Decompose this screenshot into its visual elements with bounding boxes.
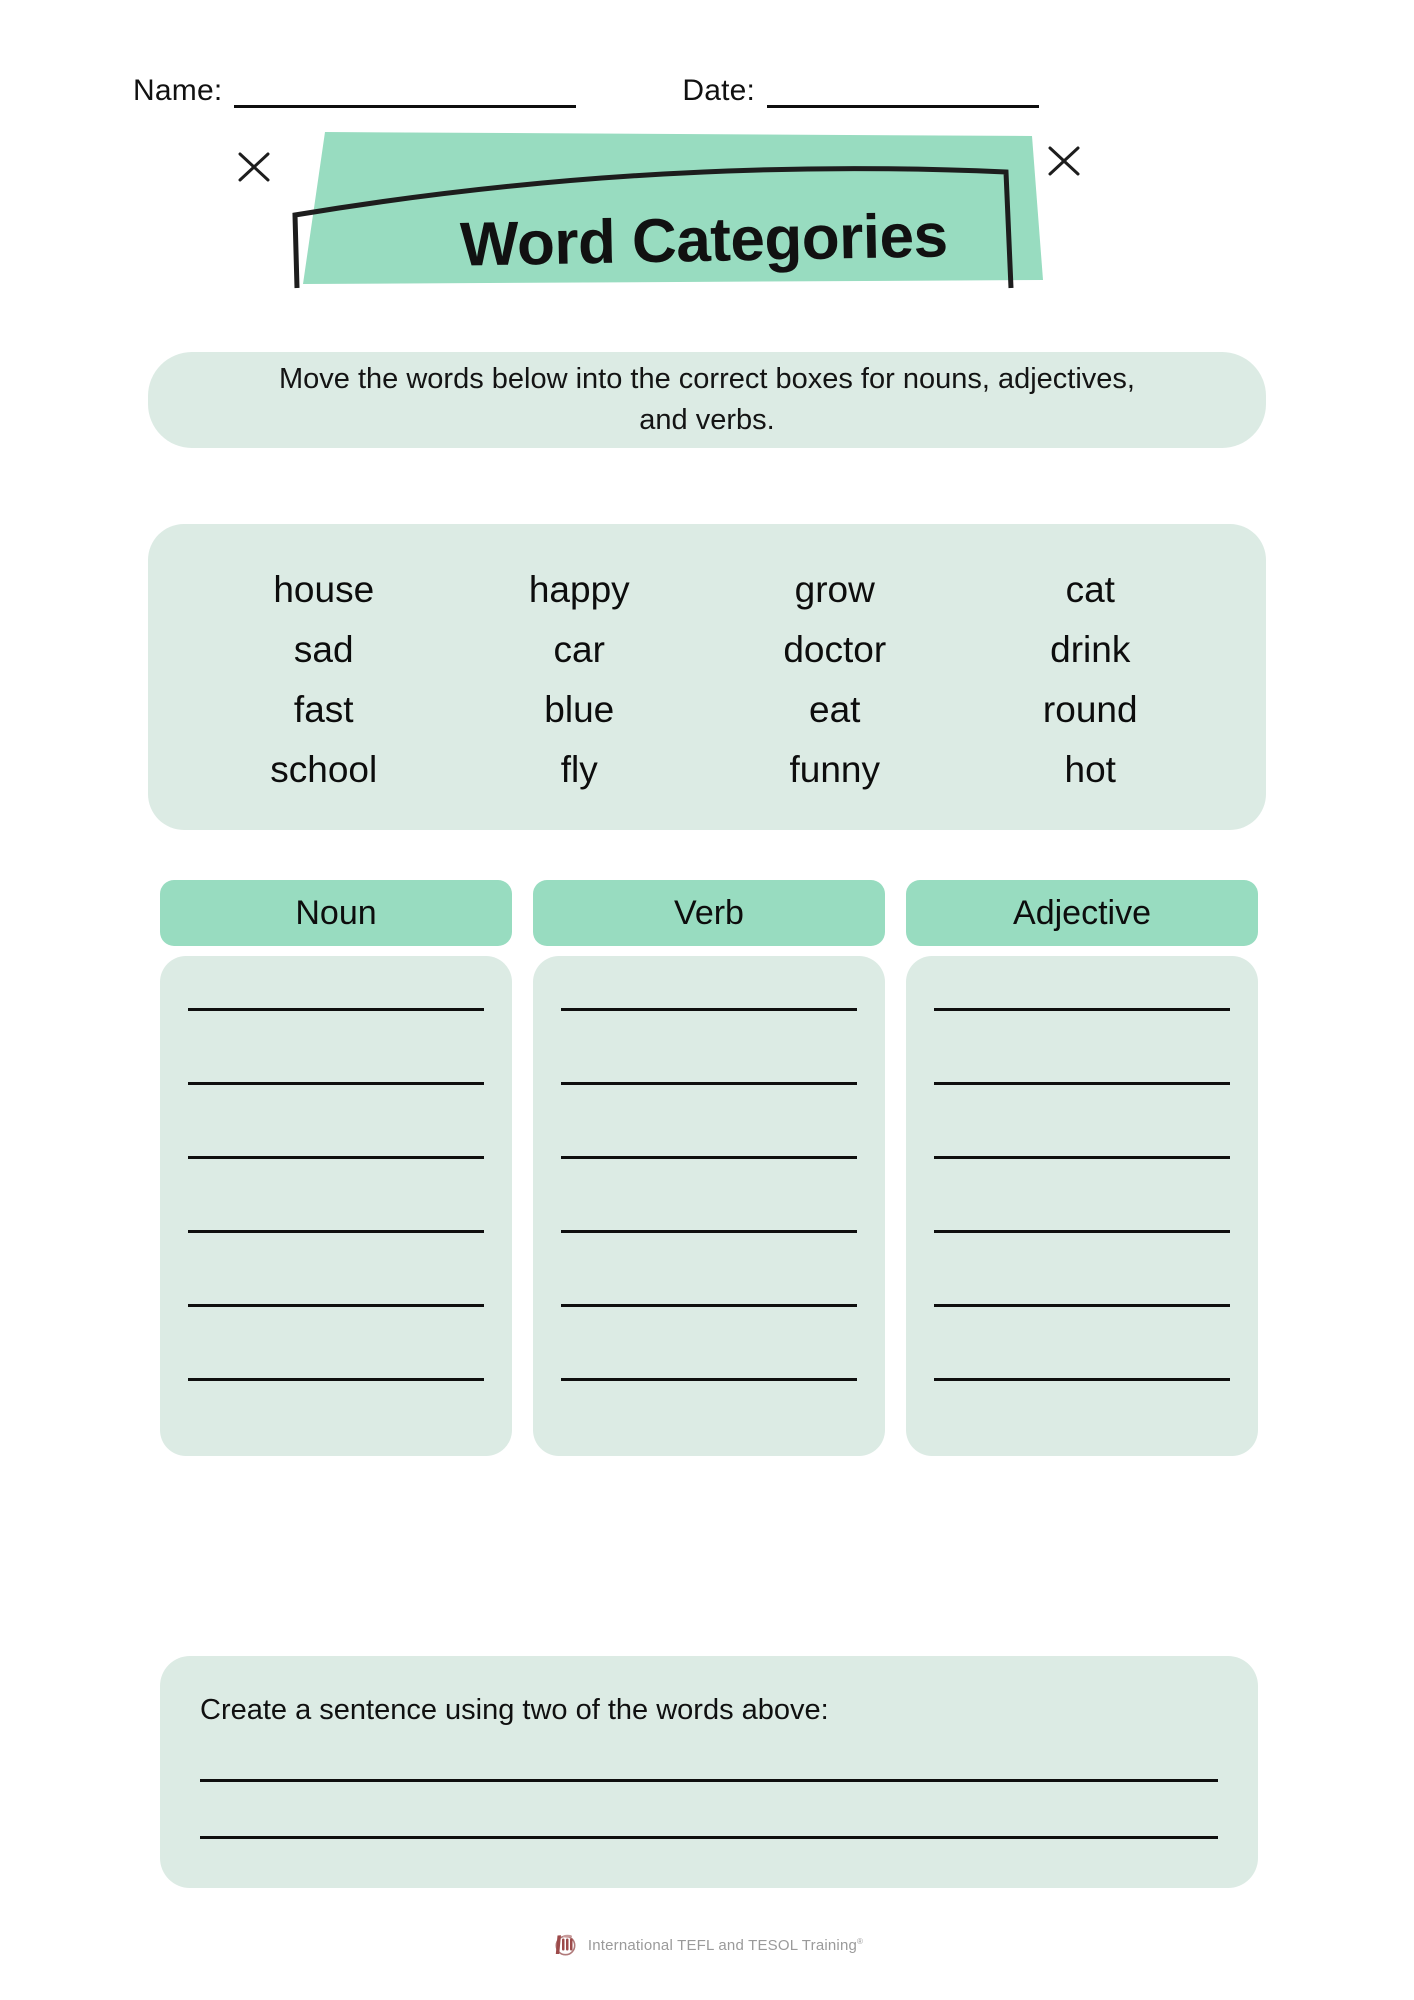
footer: International TEFL and TESOL Training®: [0, 1932, 1414, 1958]
category-label: Noun: [295, 893, 377, 932]
answer-line[interactable]: [934, 1378, 1230, 1381]
category-columns: Noun Verb Adjective: [160, 880, 1258, 1456]
answer-line[interactable]: [934, 1008, 1230, 1011]
word-bank-panel: house happy grow cat sad car doctor drin…: [148, 524, 1266, 830]
answer-line[interactable]: [934, 1156, 1230, 1159]
date-field[interactable]: Date:: [682, 74, 1040, 108]
header-fields: Name: Date:: [133, 58, 1281, 108]
category-header-verb[interactable]: Verb: [533, 880, 885, 946]
title-accent-shape: [303, 132, 1043, 284]
category-header-adjective[interactable]: Adjective: [906, 880, 1258, 946]
date-write-line[interactable]: [767, 104, 1040, 108]
ittt-logo-icon: [555, 1934, 576, 1956]
footer-brand-text: International TEFL and TESOL Training®: [588, 1937, 863, 1954]
answer-line[interactable]: [561, 1304, 857, 1307]
word-chip[interactable]: house: [196, 560, 452, 620]
title-banner: Word Categories: [0, 118, 1414, 298]
sentence-task-label: Create a sentence using two of the words…: [200, 1694, 829, 1726]
answer-line[interactable]: [561, 1156, 857, 1159]
answer-line[interactable]: [934, 1082, 1230, 1085]
answer-line[interactable]: [188, 1008, 484, 1011]
word-chip[interactable]: sad: [196, 620, 452, 680]
x-mark-left-icon: [238, 152, 270, 182]
answer-line[interactable]: [934, 1230, 1230, 1233]
category-label: Verb: [674, 893, 744, 932]
word-chip[interactable]: school: [196, 740, 452, 800]
word-chip[interactable]: eat: [707, 680, 963, 740]
word-chip[interactable]: hot: [963, 740, 1219, 800]
word-bank-grid: house happy grow cat sad car doctor drin…: [196, 560, 1218, 800]
word-chip[interactable]: grow: [707, 560, 963, 620]
answer-line[interactable]: [934, 1304, 1230, 1307]
word-chip[interactable]: happy: [452, 560, 708, 620]
answer-line[interactable]: [561, 1230, 857, 1233]
answer-line[interactable]: [188, 1082, 484, 1085]
answer-line[interactable]: [188, 1378, 484, 1381]
sentence-write-line[interactable]: [200, 1779, 1218, 1782]
category-column-noun: Noun: [160, 880, 512, 1456]
instructions-text: Move the words below into the correct bo…: [279, 362, 1135, 436]
word-chip[interactable]: car: [452, 620, 708, 680]
word-chip[interactable]: fast: [196, 680, 452, 740]
answer-line[interactable]: [561, 1008, 857, 1011]
sentence-write-line[interactable]: [200, 1836, 1218, 1839]
category-column-verb: Verb: [533, 880, 885, 1456]
name-write-line[interactable]: [234, 104, 577, 108]
category-label: Adjective: [1013, 893, 1151, 932]
category-header-noun[interactable]: Noun: [160, 880, 512, 946]
footer-brand-label: International TEFL and TESOL Training: [587, 1936, 858, 1954]
category-dropzone-verb[interactable]: [533, 956, 885, 1456]
word-chip[interactable]: doctor: [707, 620, 963, 680]
footer-trademark: ®: [857, 1936, 864, 1946]
word-chip[interactable]: round: [963, 680, 1219, 740]
word-chip[interactable]: funny: [707, 740, 963, 800]
name-label: Name:: [133, 74, 223, 107]
category-dropzone-noun[interactable]: [160, 956, 512, 1456]
answer-line[interactable]: [561, 1082, 857, 1085]
category-dropzone-adjective[interactable]: [906, 956, 1258, 1456]
word-chip[interactable]: blue: [452, 680, 708, 740]
answer-line[interactable]: [188, 1304, 484, 1307]
x-mark-right-icon: [1048, 146, 1080, 176]
category-column-adjective: Adjective: [906, 880, 1258, 1456]
answer-line[interactable]: [188, 1156, 484, 1159]
word-chip[interactable]: cat: [963, 560, 1219, 620]
word-chip[interactable]: drink: [963, 620, 1219, 680]
sentence-task-panel: Create a sentence using two of the words…: [160, 1656, 1258, 1888]
word-chip[interactable]: fly: [452, 740, 708, 800]
date-label: Date:: [682, 74, 756, 107]
answer-line[interactable]: [188, 1230, 484, 1233]
title-decoration: [238, 132, 1080, 289]
answer-line[interactable]: [561, 1378, 857, 1381]
instructions-banner: Move the words below into the correct bo…: [148, 352, 1266, 448]
name-field[interactable]: Name:: [133, 74, 577, 108]
